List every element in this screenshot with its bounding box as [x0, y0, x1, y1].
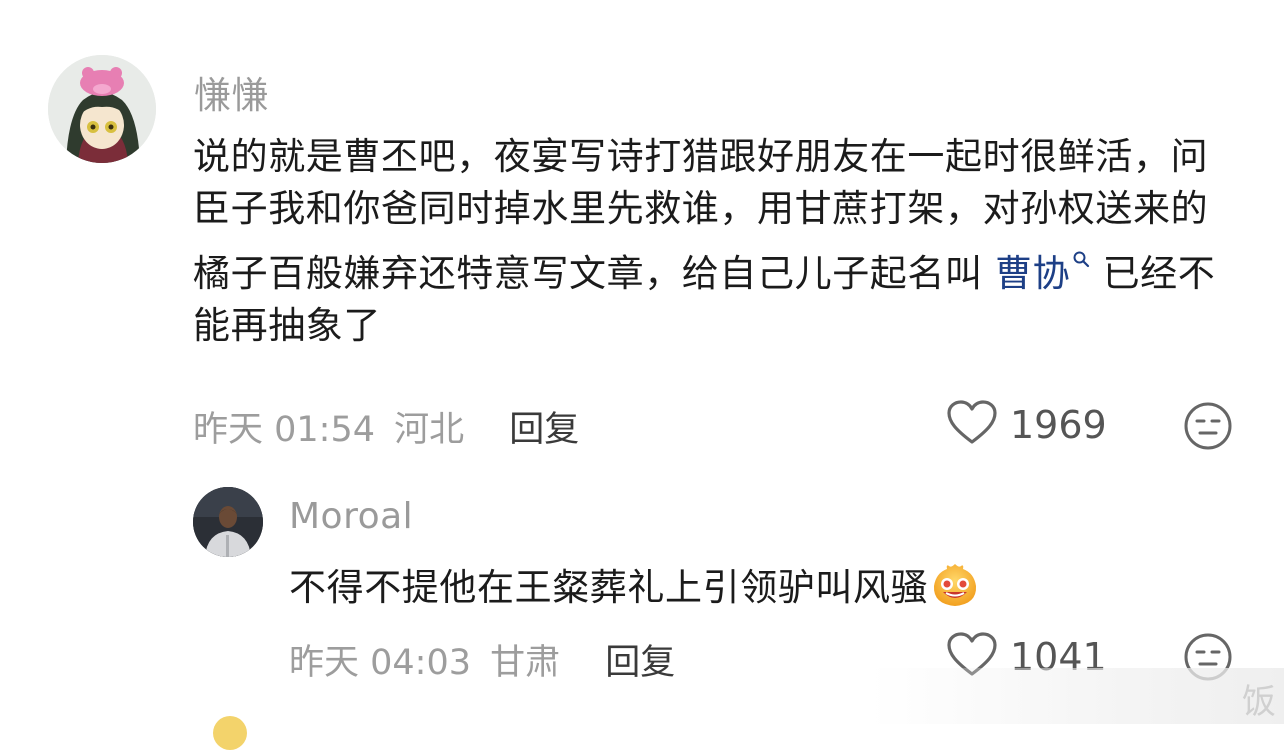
comment-meta: 昨天 04:03 甘肃 回复 [289, 634, 683, 685]
comment-text-body: 不得不提他在王粲葬礼上引领驴叫风骚 [289, 566, 929, 609]
comment-username[interactable]: 慊慊 [194, 65, 269, 119]
avatar[interactable] [48, 55, 156, 163]
like-count: 1969 [1010, 403, 1107, 447]
avatar-photo [193, 487, 263, 557]
watermark-overlay [870, 668, 1284, 724]
avatar[interactable] [193, 487, 263, 557]
comment-location: 甘肃 [490, 643, 561, 683]
reply-button[interactable]: 回复 [509, 410, 579, 450]
avatar[interactable] [213, 716, 247, 750]
mention-text[interactable]: 曹协 [995, 252, 1070, 295]
grin-emoji-icon [930, 560, 980, 624]
watermark-text: 饭 [1242, 682, 1276, 722]
comment-location: 河北 [394, 410, 465, 450]
reply-button[interactable]: 回复 [605, 643, 675, 683]
comment-username[interactable]: Moroal [289, 496, 413, 537]
comment-text: 说的就是曹丕吧，夜宴写诗打猎跟好朋友在一起时很鲜活，问臣子我和你爸同时掉水里先救… [193, 131, 1243, 352]
comment-time: 昨天 04:03 [289, 643, 471, 683]
comment-text: 不得不提他在王粲葬礼上引领驴叫风骚 [289, 560, 1189, 624]
search-icon[interactable] [1072, 249, 1090, 273]
meh-face-icon[interactable] [1183, 401, 1233, 455]
like-button[interactable]: 1969 [946, 400, 1107, 450]
comment-time: 昨天 01:54 [193, 410, 375, 450]
heart-outline-icon[interactable] [946, 400, 998, 450]
comment-meta: 昨天 01:54 河北 回复 [193, 401, 587, 452]
avatar-illustration [48, 55, 156, 163]
mention-link[interactable]: 曹协 [995, 249, 1090, 295]
